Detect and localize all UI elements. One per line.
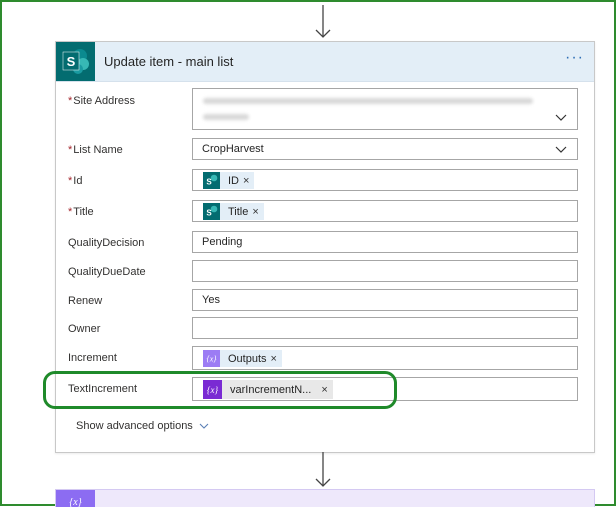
show-advanced-options-link[interactable]: Show advanced options (76, 420, 209, 432)
action-card-header[interactable]: S Update item - main list ··· (56, 42, 594, 82)
svg-text:S: S (67, 54, 76, 69)
svg-text:{x}: {x} (207, 355, 218, 364)
id-token-label: ID (228, 174, 239, 187)
quality-decision-label: QualityDecision (68, 237, 145, 249)
owner-field[interactable] (192, 317, 578, 339)
next-action-card[interactable]: {x} (55, 489, 595, 508)
chevron-down-icon (199, 423, 209, 429)
required-marker: * (68, 95, 73, 107)
redacted-site-address-line-2 (203, 114, 249, 120)
id-label: *Id (68, 175, 83, 187)
outputs-token[interactable]: {x} Outputs × (203, 350, 282, 367)
renew-label: Renew (68, 295, 103, 307)
quality-decision-value: Pending (202, 236, 243, 248)
id-token[interactable]: S ID × (203, 172, 255, 189)
increment-field[interactable]: {x} Outputs × (192, 346, 578, 370)
quality-due-date-field[interactable] (192, 260, 578, 282)
list-name-dropdown[interactable]: CropHarvest (192, 138, 578, 160)
owner-label: Owner (68, 323, 101, 335)
chevron-down-icon[interactable] (555, 114, 567, 122)
quality-due-date-label: QualityDueDate (68, 266, 146, 278)
title-token[interactable]: S Title × (203, 203, 264, 220)
svg-text:S: S (206, 209, 212, 218)
arrow-down-icon (315, 5, 331, 38)
arrow-down-icon (315, 452, 331, 487)
sharepoint-icon: S (56, 42, 95, 81)
increment-label: Increment (68, 352, 117, 364)
title-label: *Title (68, 206, 94, 218)
outputs-token-label: Outputs (228, 352, 267, 365)
renew-value: Yes (202, 294, 220, 306)
remove-id-token-button[interactable]: × (243, 175, 254, 187)
show-advanced-options-label: Show advanced options (76, 420, 193, 432)
list-name-label: *List Name (68, 144, 123, 156)
expression-icon: {x} (203, 350, 220, 367)
svg-text:S: S (206, 178, 212, 187)
sharepoint-icon: S (203, 203, 220, 220)
variable-icon: {x} (56, 490, 95, 508)
quality-decision-field[interactable]: Pending (192, 231, 578, 253)
text-increment-highlight (43, 371, 397, 409)
list-name-value: CropHarvest (202, 143, 264, 155)
renew-field[interactable]: Yes (192, 289, 578, 311)
id-field[interactable]: S ID × (192, 169, 578, 191)
chevron-down-icon[interactable] (555, 146, 567, 154)
remove-title-token-button[interactable]: × (252, 206, 263, 218)
site-address-field[interactable] (192, 88, 578, 130)
action-title[interactable]: Update item - main list (104, 54, 233, 69)
title-field[interactable]: S Title × (192, 200, 578, 222)
redacted-site-address-line-1 (203, 98, 533, 104)
remove-outputs-token-button[interactable]: × (271, 353, 282, 365)
title-token-label: Title (228, 205, 249, 218)
sharepoint-icon: S (203, 172, 220, 189)
more-options-button[interactable]: ··· (565, 50, 584, 66)
site-address-label: *Site Address (68, 95, 136, 107)
